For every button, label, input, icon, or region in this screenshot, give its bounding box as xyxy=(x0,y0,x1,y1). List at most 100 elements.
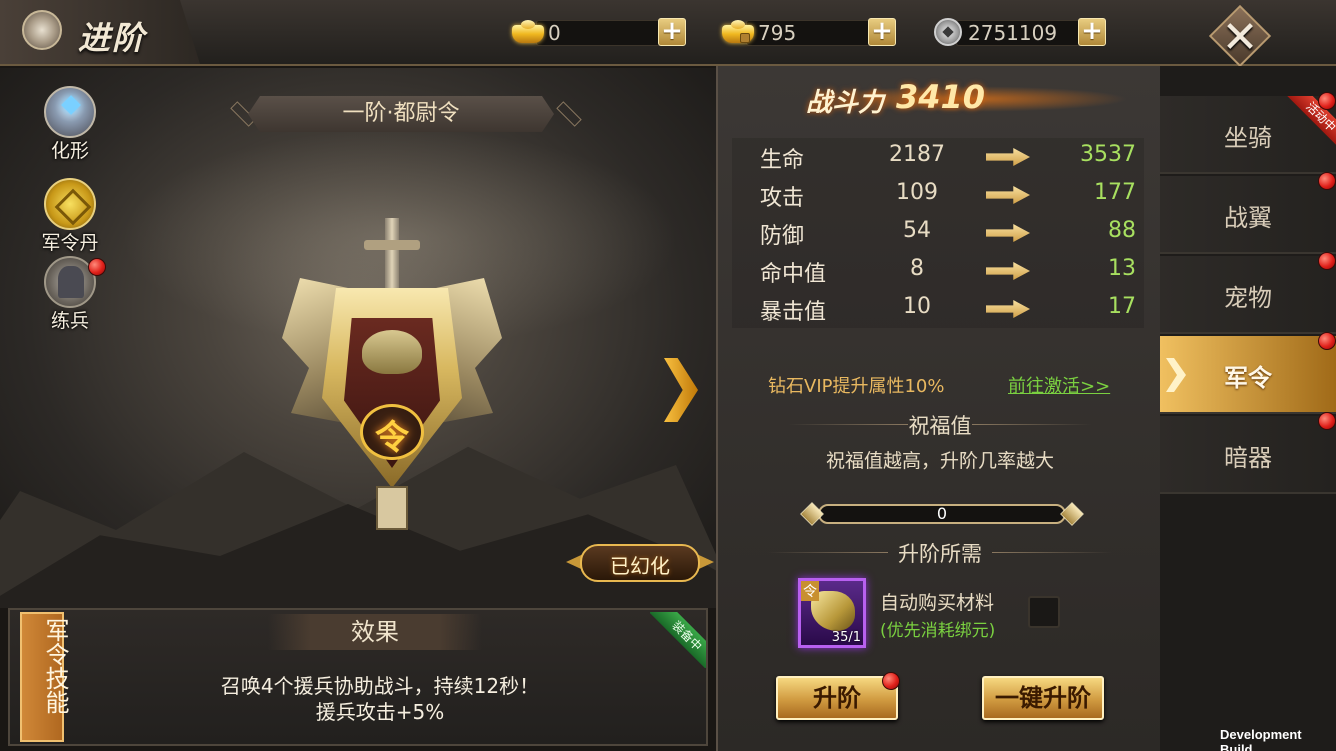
silver-value: 2751109 xyxy=(968,21,1058,45)
page-title: 进阶 xyxy=(78,19,147,57)
notification-dot xyxy=(882,672,900,690)
skill-panel: 军令技能 效果 装备中 召唤4个援兵协助战斗，持续12秒！ 援兵攻击+5% xyxy=(8,608,708,746)
stats-table: 生命 2187 3537 攻击 109 177 防御 54 88 命中值 8 1… xyxy=(732,138,1144,328)
stat-row-defense: 防御 54 88 xyxy=(732,214,1144,252)
tab-label: 军令 xyxy=(1224,364,1272,392)
tab-wings[interactable]: 战翼 xyxy=(1160,172,1336,254)
stats-panel: 战斗力 3410 生命 2187 3537 攻击 109 177 防御 54 8… xyxy=(716,66,1160,751)
stat-name: 生命 xyxy=(760,148,805,173)
title-plate: 进阶 xyxy=(0,0,200,64)
stat-name: 防御 xyxy=(760,224,805,249)
tab-label: 暗器 xyxy=(1224,444,1272,472)
skill-description: 召唤4个援兵协助战斗，持续12秒！ xyxy=(220,674,540,698)
stat-row-hit: 命中值 8 13 xyxy=(732,252,1144,290)
upgrade-button[interactable]: 升阶 xyxy=(776,676,898,720)
combat-power-value: 3410 xyxy=(896,78,986,116)
development-build-label: Development Build xyxy=(1220,727,1302,751)
advance-emblem-icon xyxy=(22,10,62,50)
add-bound-gold-button[interactable]: + xyxy=(868,18,896,46)
stat-name: 攻击 xyxy=(760,186,805,211)
stat-current: 54 xyxy=(903,218,931,243)
currency-silver: 2751109 + xyxy=(928,17,1108,47)
tab-hidden-weapon[interactable]: 暗器 xyxy=(1160,412,1336,494)
gold-ingot-icon xyxy=(508,17,548,47)
arrow-right-icon xyxy=(986,224,1030,242)
arrow-right-icon xyxy=(986,300,1030,318)
upgrade-material-slot[interactable]: 令 35/1 xyxy=(798,578,866,648)
notification-dot xyxy=(1318,412,1336,430)
one-click-upgrade-button[interactable]: 一键升阶 xyxy=(982,676,1104,720)
category-tabs: 坐骑 活动中 战翼 宠物 军令 暗器 xyxy=(1160,66,1336,751)
tab-label: 战翼 xyxy=(1224,204,1272,232)
arrow-right-icon xyxy=(986,186,1030,204)
stat-current: 10 xyxy=(903,294,931,319)
arrow-right-icon xyxy=(986,262,1030,280)
transform-icon xyxy=(44,86,96,138)
emblem-character: 令 xyxy=(375,418,409,458)
notification-dot xyxy=(1318,172,1336,190)
transform-label: 化形 xyxy=(50,140,89,162)
skill-tag-label: 军令技能 xyxy=(41,618,69,714)
add-gold-button[interactable]: + xyxy=(658,18,686,46)
blessing-description: 祝福值越高，升阶几率越大 xyxy=(825,450,1054,472)
material-tag: 令 xyxy=(801,581,819,601)
blessing-progress-bar: 0 xyxy=(800,502,1084,526)
bound-gold-ingot-icon xyxy=(718,17,758,47)
preview-stage: 化形 军令丹 练兵 一阶·都尉令 令 已幻化 xyxy=(0,68,716,608)
close-icon: ✕ xyxy=(1221,12,1259,63)
notification-dot xyxy=(88,258,106,276)
next-arrow-icon[interactable] xyxy=(664,358,698,422)
auto-buy-checkbox[interactable] xyxy=(1028,596,1060,628)
notification-dot xyxy=(1318,92,1336,110)
activate-vip-link[interactable]: 前往激活>> xyxy=(1008,372,1110,398)
skill-tag: 军令技能 xyxy=(20,612,69,742)
equipped-ribbon: 装备中 xyxy=(650,612,706,668)
vip-bonus-text: 钻石VIP提升属性10% xyxy=(768,376,945,397)
gold-value: 0 xyxy=(548,21,561,45)
stat-current: 2187 xyxy=(889,142,945,167)
stat-name: 暴击值 xyxy=(760,300,827,325)
stat-next: 177 xyxy=(1094,180,1136,205)
command-pill-icon xyxy=(44,178,96,230)
command-emblem: 令 xyxy=(282,218,502,538)
command-pill-menu-button[interactable]: 军令丹 xyxy=(34,178,104,254)
rank-name-banner: 一阶·都尉令 xyxy=(248,96,554,132)
stat-next: 3537 xyxy=(1080,142,1136,167)
effect-title: 效果 xyxy=(268,614,482,650)
combat-power-label: 战斗力 xyxy=(806,88,885,118)
transformed-label: 已幻化 xyxy=(610,554,670,578)
currency-gold: 0 + xyxy=(508,17,688,47)
arrow-right-icon xyxy=(986,148,1030,166)
notification-dot xyxy=(1318,252,1336,270)
top-bar: 进阶 0 + 795 + 2751109 + ✕ xyxy=(0,0,1336,68)
blessing-title: 祝福值 xyxy=(908,414,972,438)
train-troops-menu-button[interactable]: 练兵 xyxy=(34,256,106,332)
stat-current: 109 xyxy=(896,180,938,205)
stat-row-crit: 暴击值 10 17 xyxy=(732,290,1144,328)
tab-command[interactable]: 军令 xyxy=(1160,332,1336,414)
stat-current: 8 xyxy=(910,256,924,281)
add-silver-button[interactable]: + xyxy=(1078,18,1106,46)
command-pill-label: 军令丹 xyxy=(41,232,99,254)
blessing-value: 0 xyxy=(936,504,948,523)
auto-buy-note: (优先消耗绑元) xyxy=(880,621,996,641)
transformed-badge: 已幻化 xyxy=(566,538,714,588)
tab-pet[interactable]: 宠物 xyxy=(1160,252,1336,334)
currency-bound-gold: 795 + xyxy=(718,17,898,47)
bound-gold-value: 795 xyxy=(758,21,797,45)
stat-row-hp: 生命 2187 3537 xyxy=(732,138,1144,176)
transform-menu-button[interactable]: 化形 xyxy=(34,86,104,162)
equipped-label: 装备中 xyxy=(650,612,706,668)
auto-buy-label: 自动购买材料 xyxy=(880,592,995,614)
silver-coin-icon xyxy=(928,17,968,47)
tab-mount[interactable]: 坐骑 活动中 xyxy=(1160,92,1336,174)
close-button[interactable]: ✕ xyxy=(1208,4,1272,68)
stat-next: 17 xyxy=(1108,294,1136,319)
skull-icon xyxy=(362,330,422,374)
notification-dot xyxy=(1318,332,1336,350)
tab-label: 宠物 xyxy=(1224,284,1272,312)
stat-next: 13 xyxy=(1108,256,1136,281)
requirements-title: 升阶所需 xyxy=(898,542,982,566)
combat-power: 战斗力 3410 xyxy=(798,78,1128,118)
skill-bonus: 援兵攻击+5% xyxy=(315,700,445,724)
